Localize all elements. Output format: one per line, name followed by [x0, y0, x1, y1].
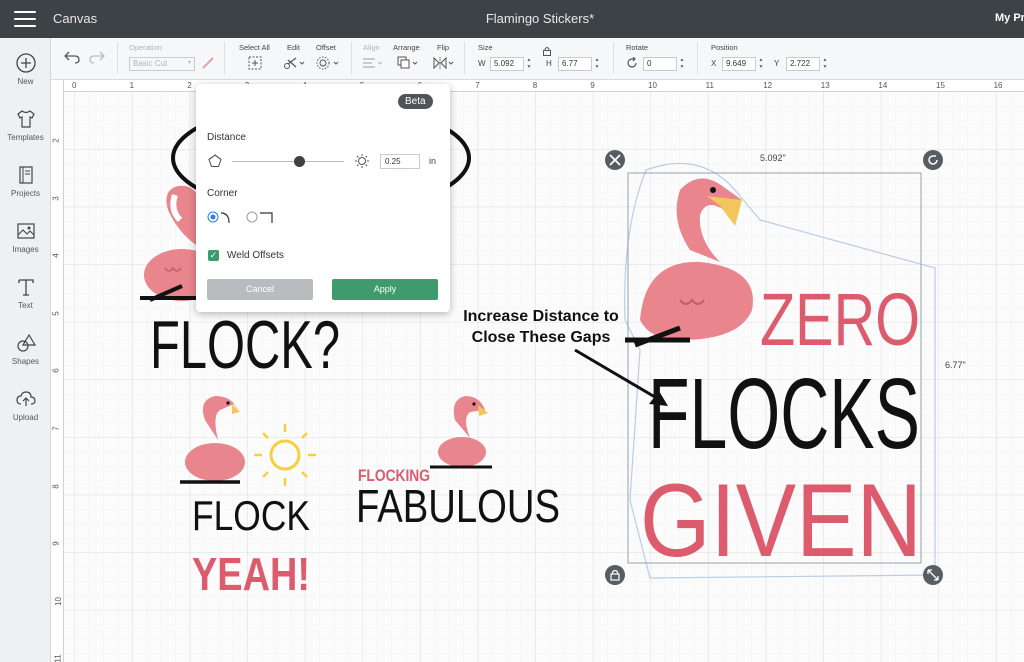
selection-lock-handle[interactable] [605, 565, 625, 585]
weld-offsets-checkbox[interactable]: ✓ [208, 250, 219, 261]
unit-label: in [429, 156, 437, 166]
zero-text: ZERO [760, 278, 920, 361]
given-text: GIVEN [640, 463, 922, 579]
sun-burst-icon [355, 154, 369, 168]
weld-offsets-label: Weld Offsets [227, 250, 284, 261]
corner-square-option[interactable] [246, 210, 278, 224]
flock-yeah-design[interactable]: FLOCK YEAH! [180, 396, 316, 600]
distance-slider-knob[interactable] [294, 156, 306, 167]
cancel-button[interactable]: Cancel [207, 279, 313, 300]
fabulous-text: FABULOUS [356, 480, 560, 532]
offset-panel: Beta Distance 0.25 in Corner ✓ Weld Offs… [196, 84, 450, 312]
distance-slider-track[interactable] [232, 161, 344, 162]
height-readout: 6.77" [945, 360, 966, 370]
apply-button[interactable]: Apply [332, 279, 438, 300]
flock-yeah-top-text: FLOCK [192, 492, 310, 539]
selection-resize-handle[interactable] [923, 565, 943, 585]
flock-text: FLOCK? [150, 307, 340, 383]
flock-yeah-bottom-text: YEAH! [192, 548, 310, 600]
flocking-fabulous-design[interactable]: FLOCKING FABULOUS [356, 396, 560, 532]
annotation-text: Increase Distance to Close These Gaps [463, 308, 619, 346]
corner-rounded-option[interactable] [207, 210, 233, 224]
selection-rotate-handle[interactable] [923, 150, 943, 170]
pentagon-icon [208, 154, 222, 168]
width-readout: 5.092" [760, 153, 786, 163]
corner-label: Corner [207, 188, 238, 199]
distance-input[interactable]: 0.25 [380, 154, 420, 169]
zero-flocks-given-design[interactable]: ZERO FLOCKS GIVEN [624, 162, 936, 579]
distance-label: Distance [207, 132, 246, 143]
beta-badge: Beta [398, 94, 433, 109]
flocks-text: FLOCKS [648, 358, 920, 470]
selection-delete-handle[interactable] [605, 150, 625, 170]
